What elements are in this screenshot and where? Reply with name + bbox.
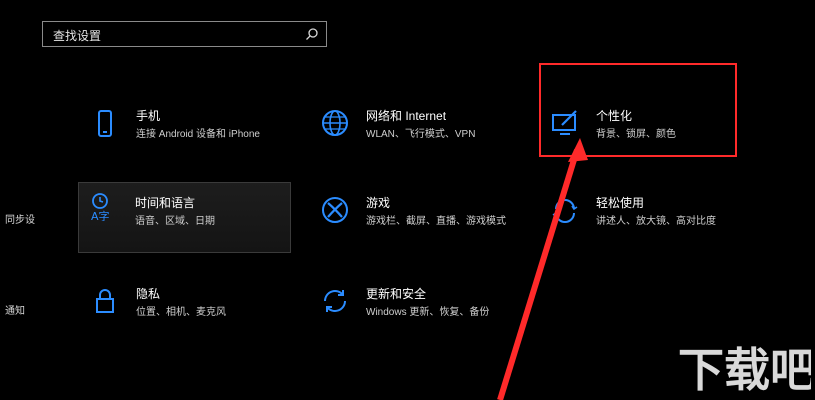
sidebar-label-notifications[interactable]: 通知 [5,302,25,317]
settings-window: 查找设置 同步设 通知 手机 连接 Android 设备和 iPhone 网络和… [0,0,815,400]
tile-title: 隐私 [136,287,161,301]
tile-desc: 位置、相机、麦克风 [136,307,226,318]
tile-title: 时间和语言 [135,196,196,210]
svg-text:A字: A字 [91,209,110,221]
tile-title: 网络和 Internet [366,109,447,123]
tile-title: 更新和安全 [366,287,427,301]
phone-icon [98,110,112,137]
tile-phone[interactable]: 手机 连接 Android 设备和 iPhone [80,98,290,156]
sync-icon [324,290,346,312]
tile-title: 手机 [136,109,161,123]
watermark-logo: 下载吧 [678,343,811,394]
lock-icon [96,289,114,313]
tile-desc: Windows 更新、恢复、备份 [366,307,490,318]
tile-title: 轻松使用 [596,196,645,210]
time-language-icon: A字 [91,193,110,221]
xbox-icon [322,197,348,223]
search-placeholder: 查找设置 [53,29,102,43]
sidebar-label-sync[interactable]: 同步设 [5,211,35,226]
red-arrow-annotation [497,138,588,400]
tile-desc: 连接 Android 设备和 iPhone [136,129,260,140]
tile-title: 游戏 [366,196,391,210]
search-icon[interactable] [305,27,319,41]
tile-time-language[interactable]: A字 时间和语言 语音、区域、日期 [78,182,291,253]
tile-desc: 讲述人、放大镜、高对比度 [596,216,716,227]
tile-privacy[interactable]: 隐私 位置、相机、麦克风 [80,276,290,334]
svg-text:下载吧: 下载吧 [678,343,811,394]
search-input[interactable]: 查找设置 [42,21,327,47]
tile-desc: WLAN、飞行模式、VPN [366,129,476,140]
globe-icon [322,110,348,136]
tile-desc: 语音、区域、日期 [135,216,215,227]
